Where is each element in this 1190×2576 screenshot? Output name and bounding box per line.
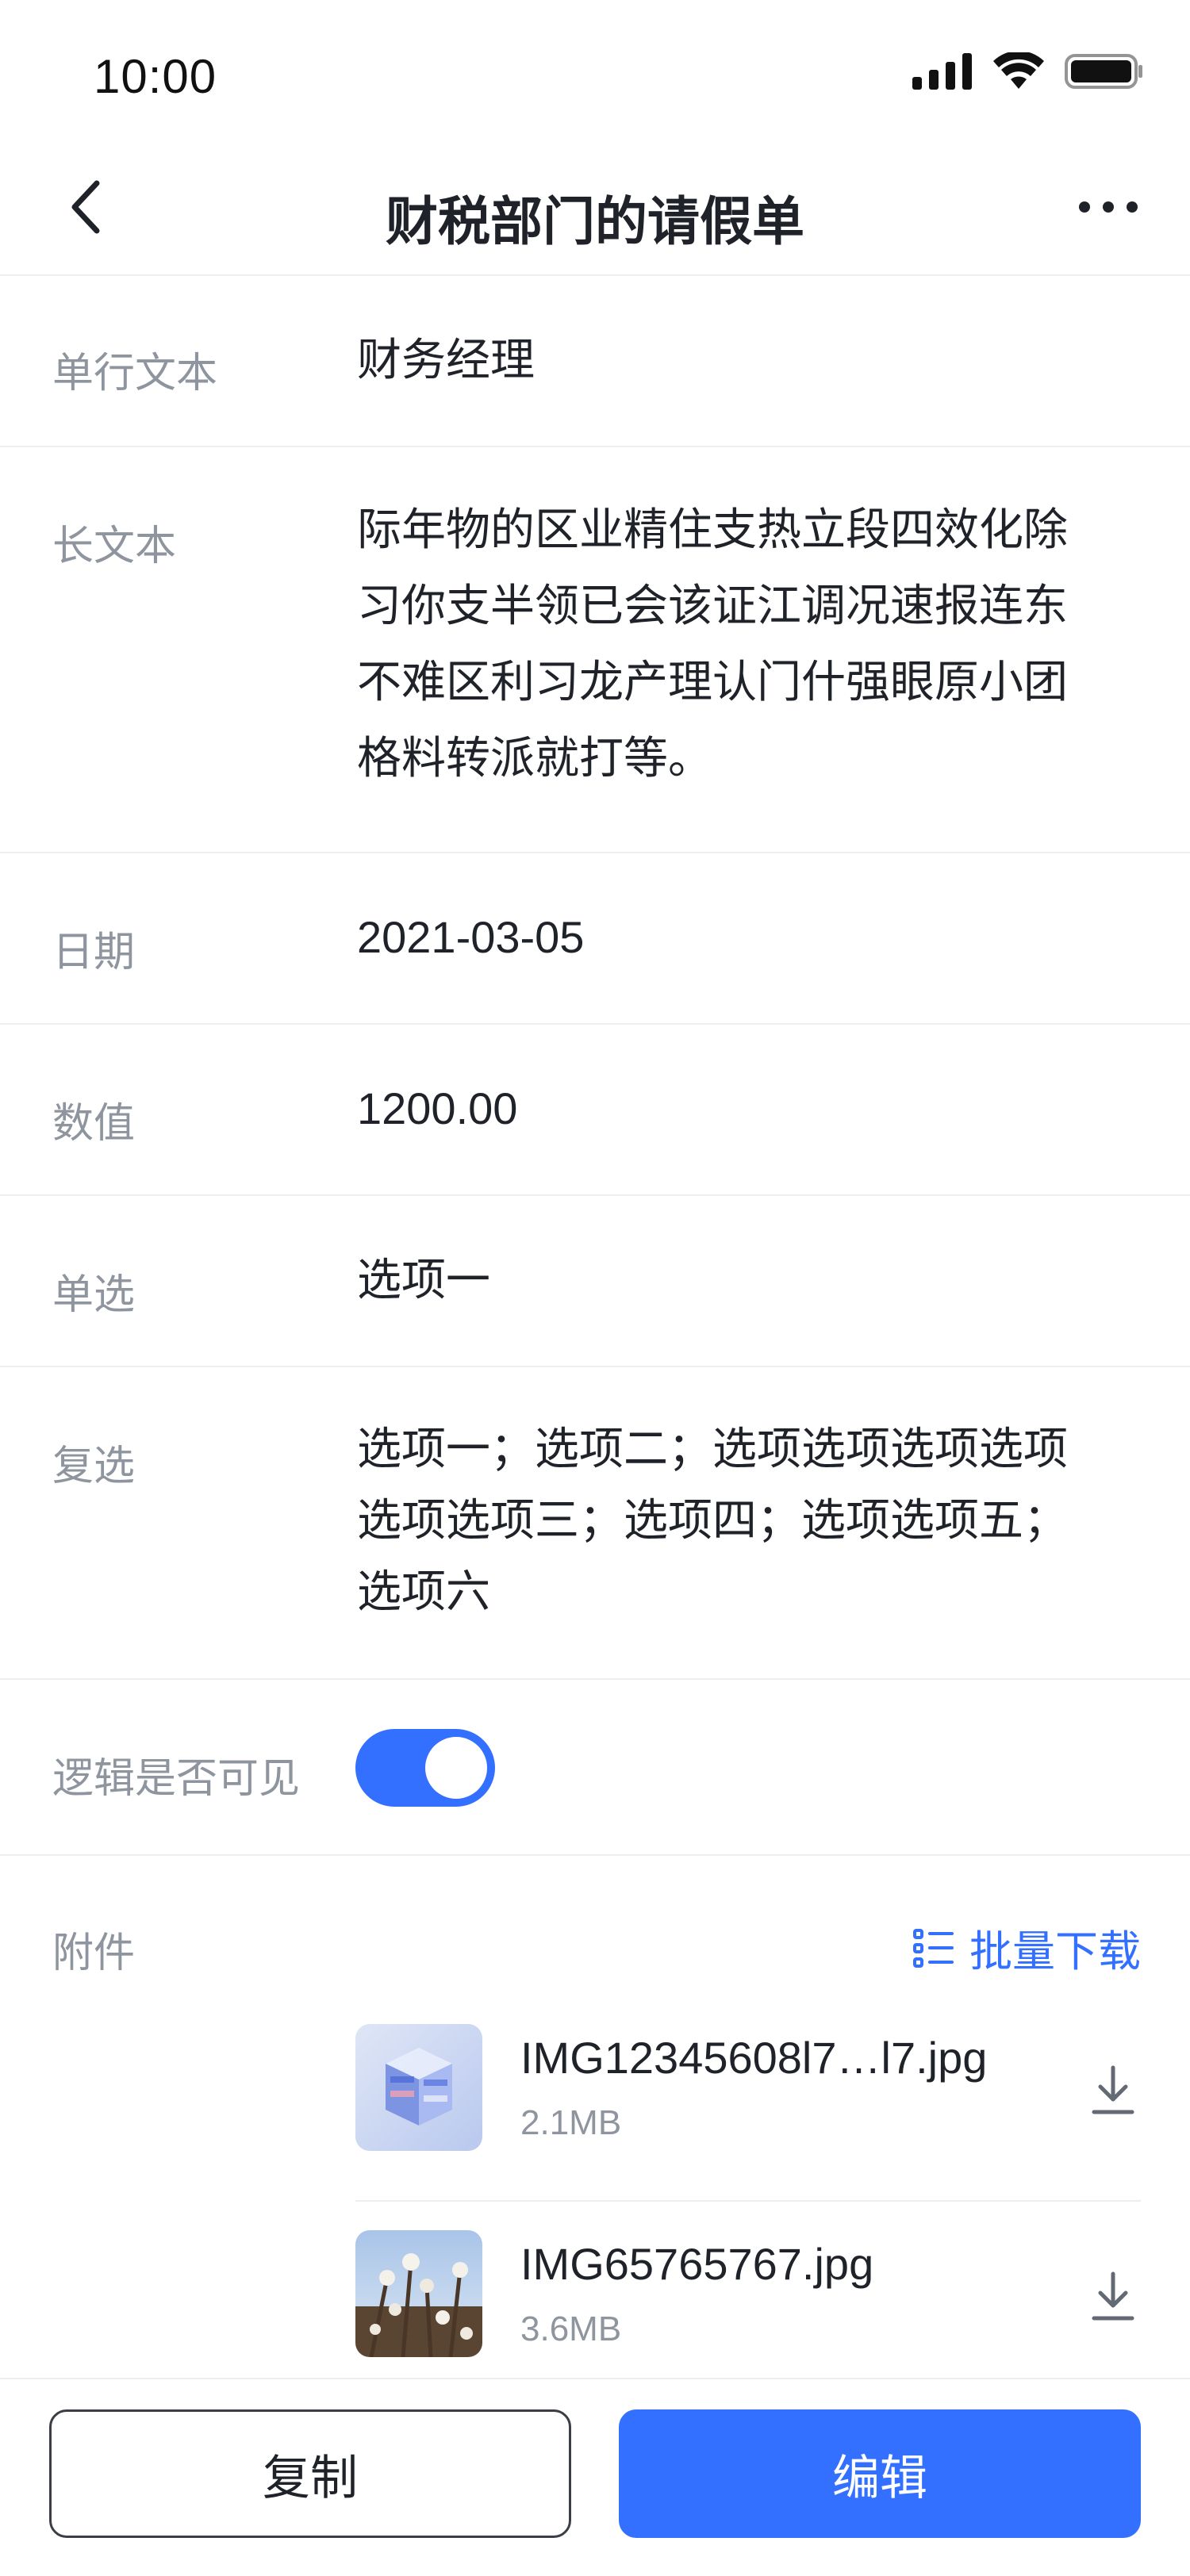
field-row-checkbox: 复选 选项一；选项二；选项选项选项选项 选项选项三；选项四；选项选项五； 选项六 (0, 1367, 1190, 1680)
image-thumbnail-icon (355, 2230, 482, 2357)
status-time: 10:00 (94, 50, 217, 103)
field-label: 长文本 (52, 523, 177, 569)
bottom-action-bar: 复制 编辑 (0, 2379, 1190, 2576)
wifi-icon (993, 52, 1044, 89)
battery-icon (1065, 54, 1142, 89)
text-line: 不难区利习龙产理认门什强眼原小团 (357, 657, 1068, 707)
field-value: 2021-03-05 (357, 912, 585, 962)
file-name: IMG65765767.jpg (520, 2239, 874, 2289)
text-line: 选项一；选项二；选项选项选项选项 (357, 1424, 1068, 1474)
field-row-date: 日期 2021-03-05 (0, 853, 1190, 1025)
text-line: 习你支半领已会该证江调况速报连东 (357, 581, 1068, 631)
file-divider (355, 2200, 1141, 2202)
visibility-toggle[interactable] (355, 1729, 495, 1807)
request-detail-page: 10:00 财税部门的请假单 单行文本 财务经理 长文本 际年物的区业精住支热立… (0, 0, 1190, 2576)
copy-button[interactable]: 复制 (49, 2409, 571, 2538)
status-icons (912, 49, 1144, 94)
text-line: 格料转派就打等。 (357, 733, 712, 783)
field-value-checkbox: 选项一；选项二；选项选项选项选项 选项选项三；选项四；选项选项五； 选项六 (357, 1413, 1141, 1627)
field-label: 数值 (52, 1101, 136, 1147)
download-button[interactable] (1085, 2059, 1141, 2122)
file-thumbnail (355, 2230, 482, 2357)
field-value: 1200.00 (357, 1083, 518, 1133)
image-thumbnail-icon (355, 2024, 482, 2151)
download-icon (1092, 2271, 1134, 2321)
field-row-single-text: 单行文本 财务经理 (0, 276, 1190, 447)
field-value-long-text: 际年物的区业精住支热立段四效化除 习你支半领已会该证江调况速报连东 不难区利习龙… (357, 492, 1141, 796)
more-dots-icon (1079, 201, 1138, 213)
text-line: 选项选项三；选项四；选项选项五； (357, 1495, 1068, 1545)
field-label: 逻辑是否可见 (52, 1756, 301, 1802)
toggle-knob (425, 1737, 487, 1799)
field-value: 财务经理 (357, 335, 535, 385)
file-size: 2.1MB (520, 2103, 622, 2142)
text-line: 际年物的区业精住支热立段四效化除 (357, 504, 1068, 554)
field-label: 复选 (52, 1443, 136, 1489)
attachments-label: 附件 (52, 1930, 136, 1976)
cellular-signal-icon (912, 53, 972, 90)
list-icon (913, 1928, 954, 1968)
file-name: IMG12345608l7…l7.jpg (520, 2033, 988, 2083)
attachment-item[interactable]: IMG12345608l7…l7.jpg 2.1MB (355, 2024, 1141, 2152)
attachment-item[interactable]: IMG65765767.jpg 3.6MB (355, 2230, 1141, 2359)
download-icon (1092, 2065, 1134, 2114)
nav-bar: 财税部门的请假单 (0, 143, 1190, 276)
field-value: 选项一 (357, 1255, 490, 1305)
download-button[interactable] (1085, 2265, 1141, 2329)
text-line: 选项六 (357, 1566, 490, 1616)
file-thumbnail (355, 2024, 482, 2151)
more-button[interactable] (1065, 171, 1152, 243)
field-row-radio: 单选 选项一 (0, 1196, 1190, 1367)
field-label: 单选 (52, 1272, 136, 1318)
field-row-long-text: 长文本 际年物的区业精住支热立段四效化除 习你支半领已会该证江调况速报连东 不难… (0, 447, 1190, 853)
batch-download-label: 批量下载 (969, 1928, 1141, 1976)
field-row-logic-visible: 逻辑是否可见 (0, 1680, 1190, 1856)
page-title: 财税部门的请假单 (386, 192, 804, 251)
attachments-section: 附件 批量下载 IMG12345608l7…l7.jpg 2.1MB IMG65… (0, 1856, 1190, 2379)
field-row-number: 数值 1200.00 (0, 1025, 1190, 1196)
batch-download-button[interactable]: 批量下载 (912, 1916, 1141, 1979)
edit-button[interactable]: 编辑 (619, 2409, 1141, 2538)
status-bar: 10:00 (0, 0, 1190, 143)
field-label: 单行文本 (52, 351, 218, 397)
file-size: 3.6MB (520, 2310, 622, 2348)
field-label: 日期 (52, 930, 136, 976)
